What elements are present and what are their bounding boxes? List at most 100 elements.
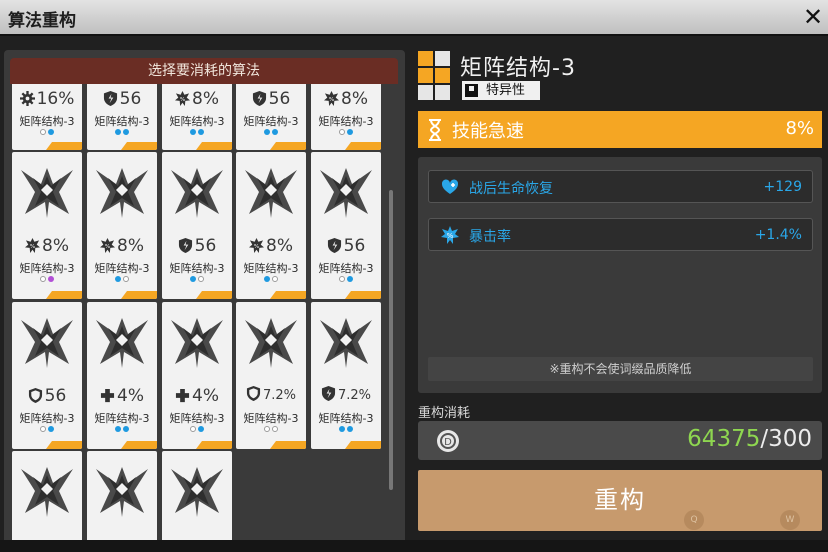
- matrix-emblem-icon: [21, 168, 73, 218]
- card-stat-value: 8%: [42, 236, 69, 256]
- crit-icon: %: [324, 91, 339, 106]
- card-name: 矩阵结构-3: [19, 115, 75, 128]
- main-stat: 技能急速 8%: [418, 111, 822, 148]
- rarity-stripe: [270, 142, 306, 150]
- shield-plain-icon: [28, 388, 42, 403]
- matrix-emblem-icon: [245, 168, 297, 218]
- crit-icon: %: [175, 91, 190, 106]
- algorithm-card[interactable]: % 8% 矩阵结构-3: [311, 84, 381, 150]
- matrix-emblem-icon: [21, 467, 73, 517]
- crit-icon: %: [249, 238, 264, 253]
- quality-dot: [198, 426, 204, 432]
- gear-icon: [19, 91, 35, 106]
- algorithm-card[interactable]: 56 矩阵结构-3: [12, 302, 82, 449]
- card-quality-dots: [311, 426, 381, 432]
- window-title: 算法重构: [8, 11, 76, 31]
- reconstruct-button-label: 重构: [594, 486, 646, 514]
- card-quality-dots: [87, 129, 157, 135]
- quality-dot: [347, 426, 353, 432]
- algorithm-card[interactable]: % 8% 矩阵结构-3: [12, 152, 82, 299]
- currency-icon: D: [437, 430, 459, 452]
- algorithm-grid: 16% 矩阵结构-3 56 矩阵结构-3% 8% 矩阵结构-3 56 矩阵结构-3% 8% 矩阵结…: [12, 84, 382, 552]
- card-name: 矩阵结构-3: [94, 412, 150, 425]
- quality-dot: [347, 276, 353, 282]
- quality-dot: [48, 426, 54, 432]
- card-quality-dots: [87, 276, 157, 282]
- reconstruct-button[interactable]: 重构 Q W: [418, 470, 822, 531]
- crit-icon: %: [100, 238, 115, 253]
- cost-owned: 64375: [687, 426, 761, 452]
- algorithm-card[interactable]: 7.2% 矩阵结构-3: [236, 302, 306, 449]
- quality-dot: [115, 426, 121, 432]
- rarity-stripe: [121, 291, 157, 299]
- matrix-emblem-icon: [171, 467, 223, 517]
- card-stat-value: 16%: [36, 89, 75, 109]
- svg-text:%: %: [180, 97, 186, 103]
- card-stat-value: 7.2%: [262, 388, 297, 403]
- quality-dot: [264, 426, 270, 432]
- cost-required: /300: [760, 426, 812, 452]
- quality-dot: [339, 129, 345, 135]
- algorithm-card[interactable]: 7.2% 矩阵结构-3: [311, 302, 381, 449]
- quality-dot: [40, 426, 46, 432]
- matrix-emblem-icon: [320, 168, 372, 218]
- card-name: 矩阵结构-3: [318, 412, 374, 425]
- algorithm-card[interactable]: 56 矩阵结构-3: [162, 152, 232, 299]
- quality-dot: [123, 276, 129, 282]
- card-stat-value: 4%: [117, 386, 144, 406]
- card-stat: 7.2%: [236, 386, 306, 408]
- card-quality-dots: [236, 129, 306, 135]
- card-stat-value: 8%: [192, 89, 219, 109]
- card-name: 矩阵结构-3: [169, 412, 225, 425]
- quality-dot: [115, 129, 121, 135]
- algorithm-card[interactable]: 56 矩阵结构-3: [311, 152, 381, 299]
- algorithm-card[interactable]: [87, 451, 157, 552]
- shield-icon: [103, 91, 117, 106]
- algorithm-card[interactable]: 16% 矩阵结构-3: [12, 84, 82, 150]
- svg-text:%: %: [447, 232, 454, 240]
- rarity-stripe: [196, 142, 232, 150]
- grid-scrollbar[interactable]: [389, 190, 393, 490]
- card-stat-value: 4%: [192, 386, 219, 406]
- rarity-stripe: [121, 142, 157, 150]
- card-stat-value: 8%: [341, 89, 368, 109]
- quality-dot: [190, 426, 196, 432]
- algorithm-card[interactable]: % 8% 矩阵结构-3: [236, 152, 306, 299]
- matrix-emblem-icon: [96, 467, 148, 517]
- algorithm-card[interactable]: % 8% 矩阵结构-3: [87, 152, 157, 299]
- card-quality-dots: [311, 276, 381, 282]
- bottom-edge: [0, 540, 828, 552]
- reconstruct-note: ※重构不会使词缀品质降低: [428, 357, 813, 381]
- main-stat-label: 技能急速: [452, 121, 524, 142]
- algorithm-card[interactable]: [12, 451, 82, 552]
- algorithm-card[interactable]: 4% 矩阵结构-3: [87, 302, 157, 449]
- card-stat: 7.2%: [311, 386, 381, 408]
- algorithm-card[interactable]: 56 矩阵结构-3: [236, 84, 306, 150]
- rarity-stripe: [46, 441, 82, 449]
- card-stat-value: 56: [343, 236, 366, 256]
- algorithm-card[interactable]: [162, 451, 232, 552]
- trait-tag-label: 特异性: [486, 83, 526, 98]
- quality-dot: [190, 129, 196, 135]
- card-quality-dots: [12, 276, 82, 282]
- quality-dot: [123, 129, 129, 135]
- card-stat: % 8%: [162, 89, 232, 111]
- quality-dot: [198, 129, 204, 135]
- card-quality-dots: [236, 276, 306, 282]
- sub-stat-row: % 暴击率 +1.4%: [428, 218, 813, 251]
- plus-icon: [175, 388, 190, 403]
- card-quality-dots: [12, 129, 82, 135]
- matrix-emblem-icon: [320, 318, 372, 368]
- card-name: 矩阵结构-3: [243, 412, 299, 425]
- hotkey-w-icon: W: [780, 510, 800, 530]
- algorithm-card[interactable]: 4% 矩阵结构-3: [162, 302, 232, 449]
- card-stat-value: 56: [268, 89, 291, 109]
- algorithm-card[interactable]: % 8% 矩阵结构-3: [162, 84, 232, 150]
- card-name: 矩阵结构-3: [19, 262, 75, 275]
- close-icon[interactable]: ✕: [800, 2, 826, 32]
- algorithm-card[interactable]: 56 矩阵结构-3: [87, 84, 157, 150]
- quality-dot: [347, 129, 353, 135]
- card-quality-dots: [12, 426, 82, 432]
- sub-stat-value: +1.4%: [754, 227, 802, 243]
- cost-value: 64375/300: [687, 426, 812, 452]
